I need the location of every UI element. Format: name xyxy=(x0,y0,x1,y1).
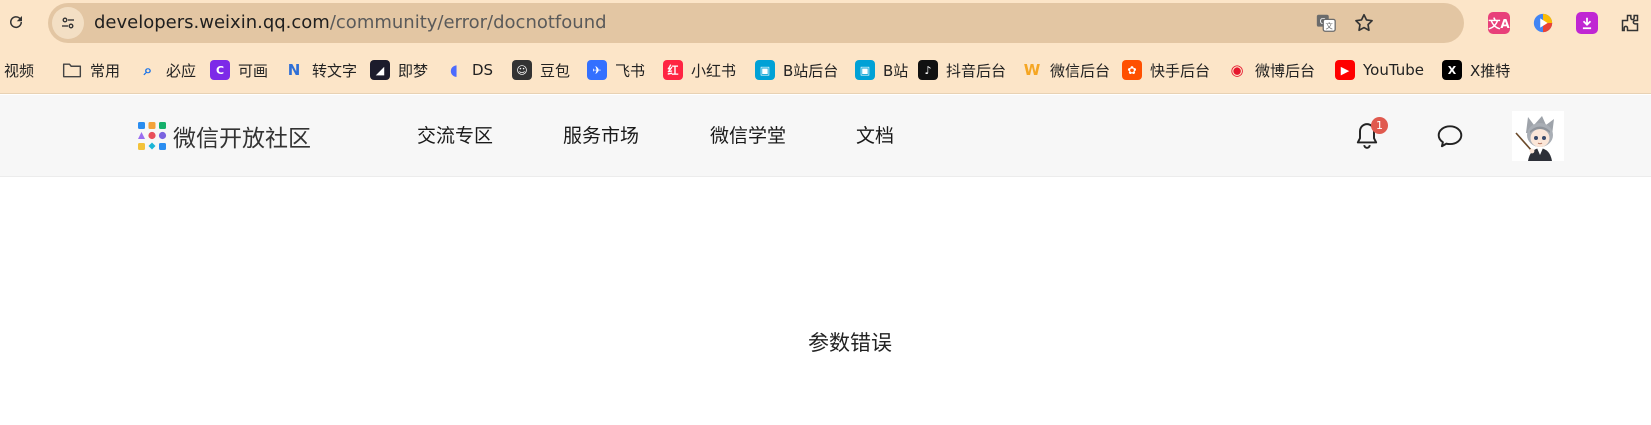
bookmark-label: 快手后台 xyxy=(1150,61,1211,80)
bookmarks-bar: 视频 常用 ⌕ 必应 C 可画 N 转文字 ◢ 即梦 ◖ DS ☺ 豆包 ✈ 飞书红小红书 ▣ B站后台 ▣ B站 ♪ 抖… xyxy=(0,46,1651,94)
bookmark-item[interactable]: ◢ 即梦 xyxy=(370,57,428,83)
media-extension-icon[interactable] xyxy=(1532,12,1554,34)
extension-icon[interactable] xyxy=(1619,12,1641,34)
wechat-w-icon: W xyxy=(1023,61,1041,79)
address-bar[interactable]: developers.weixin.qq.com/community/error… xyxy=(48,3,1464,43)
feishu-icon: ✈ xyxy=(587,60,607,80)
bookmark-label: 微博后台 xyxy=(1255,61,1316,80)
x-icon: X xyxy=(1442,60,1462,80)
download-extension-icon[interactable] xyxy=(1576,12,1598,34)
translate-icon[interactable]: G 文 xyxy=(1315,12,1337,34)
bookmark-label: 小红书 xyxy=(691,61,737,80)
site-info-icon[interactable] xyxy=(52,7,84,39)
notification-count-badge: 1 xyxy=(1371,117,1388,134)
url-path: /community/error/docnotfound xyxy=(329,12,607,33)
bookmark-item[interactable]: ▣ B站后台 xyxy=(755,57,838,83)
url-text[interactable]: developers.weixin.qq.com/community/error… xyxy=(94,3,607,43)
bookmark-label: 可画 xyxy=(238,61,269,80)
deepseek-icon: ◖ xyxy=(450,61,458,79)
bookmark-item[interactable]: ✿ 快手后台 xyxy=(1122,57,1210,83)
canva-icon: C xyxy=(210,60,230,80)
bookmark-item[interactable]: ♪ 抖音后台 xyxy=(918,57,1006,83)
bilibili-icon: ▣ xyxy=(755,60,775,80)
nav-service-market[interactable]: 服务市场 xyxy=(563,121,639,151)
site-logo[interactable]: 微信开放社区 xyxy=(137,121,311,152)
error-message: 参数错误 xyxy=(808,331,892,355)
bookmark-label: 即梦 xyxy=(398,61,429,80)
bookmark-star-icon[interactable] xyxy=(1353,12,1375,34)
bookmark-label: YouTube xyxy=(1363,61,1424,79)
bookmark-label: DS xyxy=(472,61,494,79)
bookmark-item[interactable]: C 可画 xyxy=(210,57,268,83)
translator-extension-icon[interactable]: 文A xyxy=(1488,12,1510,34)
bookmark-item[interactable]: 常用 xyxy=(62,57,120,83)
bookmark-item[interactable]: ⌕ 必应 xyxy=(138,57,196,83)
browser-toolbar: developers.weixin.qq.com/community/error… xyxy=(0,0,1651,46)
bookmark-label: 转文字 xyxy=(312,61,358,80)
nav-docs[interactable]: 文档 xyxy=(856,121,894,151)
url-host: developers.weixin.qq.com xyxy=(94,12,330,33)
user-avatar[interactable] xyxy=(1512,111,1564,161)
weibo-icon: ◉ xyxy=(1230,61,1244,79)
site-logo-text: 微信开放社区 xyxy=(173,126,311,152)
folder-icon xyxy=(62,60,82,80)
bookmark-item[interactable]: ✈ 飞书 xyxy=(587,57,645,83)
youtube-icon: ▶ xyxy=(1335,60,1355,80)
bookmark-item[interactable]: 视频 xyxy=(0,57,34,83)
bookmark-item[interactable]: 红小红书 xyxy=(663,57,736,83)
bookmark-label: 常用 xyxy=(90,61,121,80)
xiaohongshu-icon: 红 xyxy=(663,60,683,80)
doubao-icon: ☺ xyxy=(512,60,532,80)
bookmark-label: X推特 xyxy=(1470,61,1511,80)
bilibili-icon: ▣ xyxy=(855,60,875,80)
bookmark-item[interactable]: ▣ B站 xyxy=(855,57,908,83)
bookmark-item[interactable]: W 微信后台 xyxy=(1022,57,1110,83)
site-header: 微信开放社区 交流专区 服务市场 微信学堂 文档 xyxy=(0,95,1651,177)
bookmark-label: B站后台 xyxy=(783,61,839,80)
nav-wechat-academy[interactable]: 微信学堂 xyxy=(710,121,786,151)
bookmark-label: 视频 xyxy=(4,61,35,80)
kuaishou-icon: ✿ xyxy=(1122,60,1142,80)
wechat-community-logo-icon xyxy=(138,122,167,150)
douyin-icon: ♪ xyxy=(918,60,938,80)
bookmark-label: 微信后台 xyxy=(1050,61,1111,80)
bookmark-item[interactable]: ☺ 豆包 xyxy=(512,57,570,83)
search-icon: ⌕ xyxy=(143,61,153,79)
bookmark-label: B站 xyxy=(883,61,909,80)
jimeng-icon: ◢ xyxy=(370,60,390,80)
bookmark-label: 飞书 xyxy=(615,61,646,80)
reload-icon[interactable] xyxy=(6,12,26,32)
message-bubble-icon[interactable] xyxy=(1435,121,1465,151)
nav-exchange-zone[interactable]: 交流专区 xyxy=(417,121,493,151)
bookmark-item[interactable]: X X推特 xyxy=(1442,57,1510,83)
bookmark-label: 抖音后台 xyxy=(946,61,1007,80)
bookmark-item[interactable]: ◉ 微博后台 xyxy=(1227,57,1315,83)
bookmark-label: 豆包 xyxy=(540,61,571,80)
n-icon: N xyxy=(287,61,301,79)
bookmark-label: 必应 xyxy=(166,61,197,80)
bookmark-item[interactable]: N 转文字 xyxy=(284,57,357,83)
svg-text:文: 文 xyxy=(1326,22,1334,31)
bookmark-item[interactable]: ▶ YouTube xyxy=(1335,57,1424,83)
bookmark-item[interactable]: ◖ DS xyxy=(444,57,493,83)
